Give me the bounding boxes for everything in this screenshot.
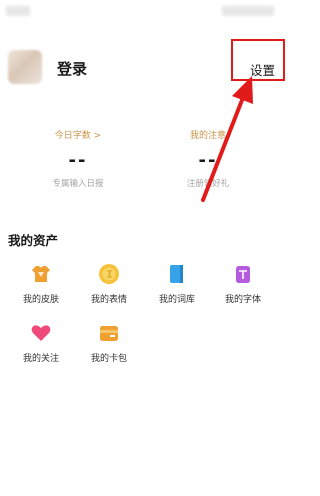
arrow-head [232, 76, 253, 104]
annotation-arrow [201, 76, 253, 202]
arrow-shaft [201, 93, 246, 202]
